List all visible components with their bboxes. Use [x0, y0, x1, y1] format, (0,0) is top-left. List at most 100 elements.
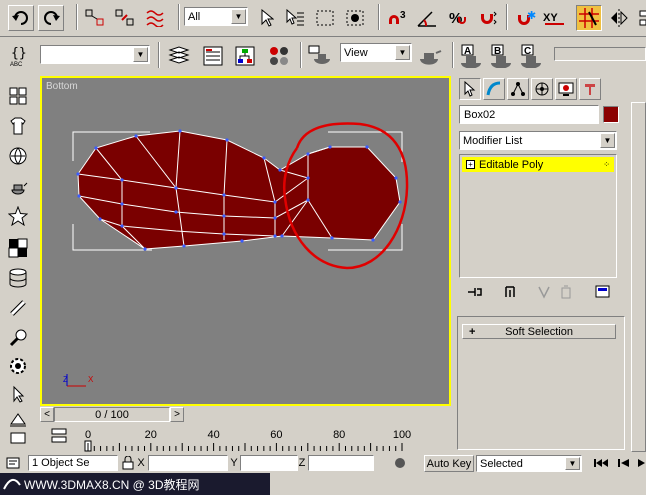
z-coord-field[interactable] [308, 455, 374, 471]
go-to-start-icon[interactable] [590, 455, 612, 471]
track-view-icon[interactable] [200, 43, 226, 69]
star-icon[interactable] [6, 204, 30, 228]
tab-hierarchy[interactable] [507, 78, 529, 100]
x-coord-field[interactable] [148, 455, 228, 471]
time-slider[interactable]: < 0 / 100 > [40, 406, 451, 424]
key-mode-icon[interactable] [378, 455, 422, 471]
chevron-down-icon[interactable]: ▼ [600, 133, 615, 148]
render-scene-icon[interactable] [308, 43, 334, 69]
secondary-toolbar: {} ABC ▼ View ▼ A B C [0, 36, 646, 74]
reference-coord-dropdown[interactable]: View ▼ [340, 43, 412, 62]
rect-selection-icon[interactable] [312, 5, 338, 31]
show-end-result-icon[interactable] [503, 285, 517, 302]
mirror-icon[interactable] [606, 5, 632, 31]
teapot-icon[interactable] [6, 174, 30, 198]
track-bar[interactable]: 0 20 40 60 80 100 [40, 425, 451, 453]
selection-count: 1 Object Se [28, 455, 118, 471]
shirt-icon[interactable] [6, 114, 30, 138]
viewport-canvas[interactable]: Z X [42, 78, 449, 404]
sole-mesh[interactable] [77, 130, 401, 250]
y-coord-field[interactable] [240, 455, 298, 471]
stack-item-editable-poly[interactable]: + Editable Poly ⁘ [462, 157, 614, 172]
render-button-a[interactable]: A [458, 43, 484, 69]
rollout-expand-icon[interactable]: + [469, 326, 475, 338]
object-name-value: Box02 [464, 108, 496, 121]
remove-modifier-icon[interactable] [559, 285, 573, 302]
select-object-icon[interactable] [254, 5, 280, 31]
percent-snap-icon[interactable]: % [444, 5, 470, 31]
time-prev-button[interactable]: < [40, 407, 54, 422]
edit-named-selections-icon[interactable]: ✱ [512, 5, 538, 31]
auto-key-button[interactable]: Auto Key [424, 455, 474, 472]
modifier-list-dropdown[interactable]: Modifier List ▼ [459, 131, 617, 150]
curly-braces-icon[interactable]: {} ABC [8, 43, 34, 69]
named-selection-xy-icon[interactable]: XY [542, 5, 568, 31]
window-crossing-icon[interactable] [342, 5, 368, 31]
gear-icon[interactable] [6, 354, 30, 378]
angle-snap-icon[interactable] [414, 5, 440, 31]
main-toolbar: All ▼ 3 % ✱ XY [0, 0, 646, 36]
previous-frame-icon[interactable] [614, 455, 636, 471]
make-unique-icon[interactable] [537, 285, 551, 302]
object-name-field[interactable]: Box02 [459, 105, 599, 124]
extra-tool-icon[interactable] [6, 428, 30, 452]
checker-icon[interactable] [6, 236, 30, 260]
quick-render-icon[interactable] [416, 43, 442, 69]
pin-stack-icon[interactable] [467, 285, 483, 302]
tab-modify[interactable] [483, 78, 505, 100]
time-slider-thumb[interactable]: 0 / 100 [54, 407, 170, 422]
viewport-bottom[interactable]: Bottom Z X [40, 76, 451, 406]
snap-3d-icon[interactable]: 3 [384, 5, 410, 31]
pointer-tool-icon[interactable] [6, 382, 30, 406]
chevron-down-icon[interactable]: ▼ [565, 457, 580, 470]
tab-display[interactable] [555, 78, 577, 100]
tab-motion[interactable] [531, 78, 553, 100]
play-icon[interactable] [636, 455, 646, 471]
object-color-swatch[interactable] [603, 106, 619, 123]
configure-sets-icon[interactable] [595, 285, 611, 302]
layer-manager-icon[interactable] [166, 43, 192, 69]
z-coord-label: Z [298, 457, 306, 469]
unlink-icon[interactable] [112, 5, 138, 31]
select-by-name-icon[interactable] [282, 5, 308, 31]
wrench-icon[interactable] [6, 326, 30, 350]
chevron-down-icon[interactable]: ▼ [133, 47, 148, 62]
render-button-c[interactable]: C [518, 43, 544, 69]
undo-icon[interactable] [8, 5, 34, 31]
ruler-tick-label: 80 [333, 429, 346, 441]
modifier-stack[interactable]: + Editable Poly ⁘ [459, 154, 617, 278]
time-next-button[interactable]: > [170, 407, 184, 422]
render-button-b[interactable]: B [488, 43, 514, 69]
tube-icon[interactable] [6, 296, 30, 320]
lock-selection-icon[interactable] [120, 455, 136, 471]
snap-toggle-icon[interactable] [576, 5, 602, 31]
tab-create[interactable] [459, 78, 481, 100]
chevron-down-icon[interactable]: ▼ [231, 9, 246, 24]
tab-utilities[interactable] [579, 78, 601, 100]
selection-filter-dropdown[interactable]: All ▼ [184, 7, 248, 26]
axis-z-label: Z [63, 375, 68, 384]
create-box-icon[interactable] [6, 84, 30, 108]
expand-plus-icon[interactable]: + [466, 160, 475, 169]
sphere-icon[interactable] [6, 144, 30, 168]
spinner-snap-icon[interactable] [474, 5, 500, 31]
material-editor-icon[interactable] [266, 43, 292, 69]
select-and-link-icon[interactable] [82, 5, 108, 31]
key-filter-dropdown[interactable]: Selected ▼ [476, 455, 582, 472]
redo-icon[interactable] [38, 5, 64, 31]
reference-coord-value: View [344, 46, 368, 59]
bind-spacewarp-icon[interactable] [142, 5, 168, 31]
logo-icon [0, 474, 24, 494]
selection-filter-value: All [188, 10, 201, 23]
toolbar-scroll-track[interactable] [554, 47, 646, 61]
maxscript-listener-icon[interactable] [4, 455, 22, 471]
soft-selection-rollout[interactable]: + Soft Selection [462, 324, 616, 339]
panel-scroll-strip[interactable] [631, 102, 646, 452]
align-icon[interactable] [632, 5, 646, 31]
named-selection-field[interactable]: ▼ [40, 45, 150, 64]
frame-label: 0 / 100 [95, 408, 129, 421]
status-bar: 1 Object Se X Y Z Auto Key Selected ▼ [0, 453, 646, 473]
chevron-down-icon[interactable]: ▼ [395, 45, 410, 60]
schematic-view-icon[interactable] [232, 43, 258, 69]
cylinder-stack-icon[interactable] [6, 266, 30, 290]
